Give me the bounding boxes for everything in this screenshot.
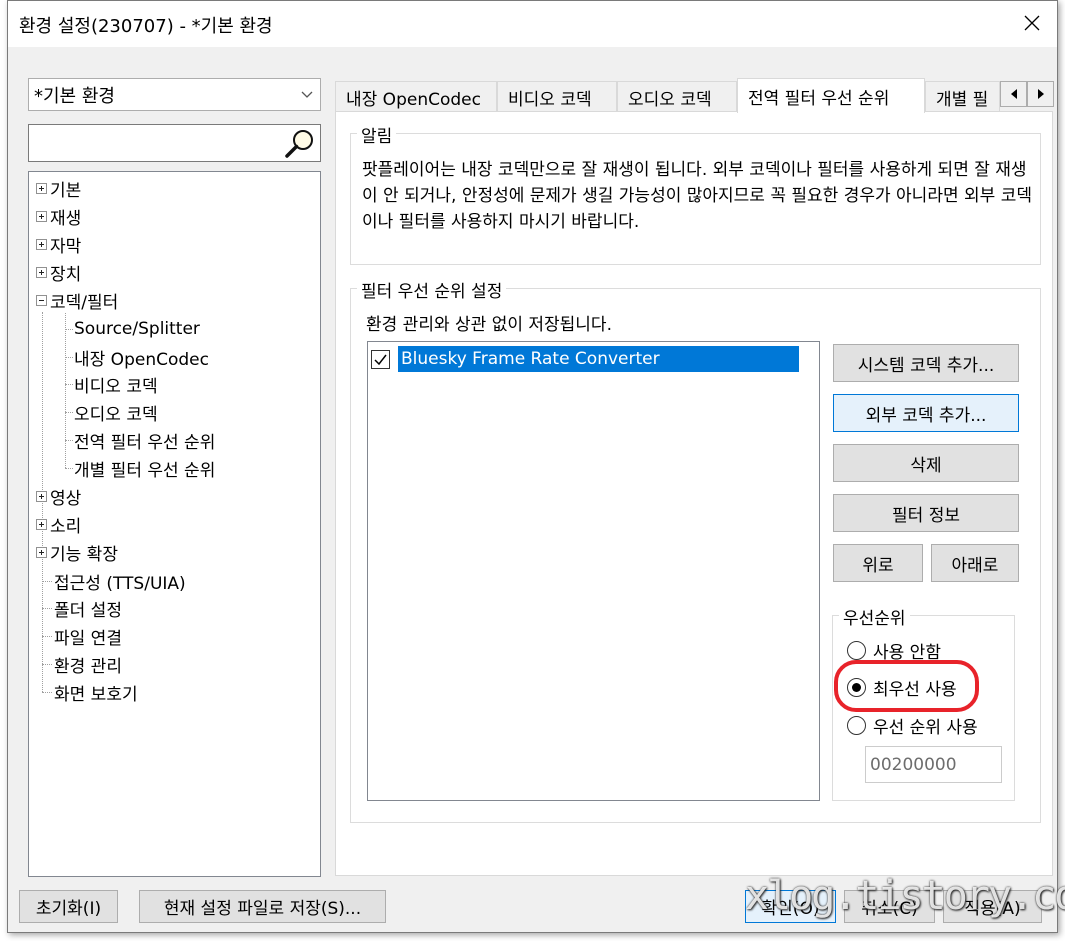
tree-item-subtitles[interactable]: 자막 bbox=[36, 232, 81, 257]
search-icon bbox=[285, 130, 313, 158]
tree-item-source-splitter[interactable]: Source/Splitter bbox=[74, 317, 200, 341]
tab-bar: 내장 OpenCodec 비디오 코덱 오디오 코덱 전역 필터 우선 순위 개… bbox=[335, 78, 1054, 113]
tree-item-profile-management[interactable]: 환경 관리 bbox=[54, 652, 122, 677]
expand-icon[interactable] bbox=[36, 238, 47, 250]
reset-button[interactable]: 초기화(I) bbox=[19, 890, 118, 923]
notice-title: 알림 bbox=[357, 122, 397, 147]
tree-item-builtin-opencodec[interactable]: 내장 OpenCodec bbox=[74, 345, 209, 370]
expand-icon[interactable] bbox=[36, 210, 47, 222]
tree-item-accessibility[interactable]: 접근성 (TTS/UIA) bbox=[54, 569, 186, 594]
tab-individual-filter[interactable]: 개별 필 bbox=[925, 81, 1000, 112]
search-input[interactable] bbox=[28, 124, 321, 162]
expand-icon[interactable] bbox=[36, 182, 47, 194]
tree-item-screensaver[interactable]: 화면 보호기 bbox=[54, 680, 138, 705]
tab-audio-codec[interactable]: 오디오 코덱 bbox=[617, 81, 737, 112]
priority-value-field[interactable]: 00200000 bbox=[865, 746, 1002, 783]
tab-builtin-opencodec[interactable]: 내장 OpenCodec bbox=[335, 81, 497, 112]
highlight-annotation bbox=[834, 660, 979, 712]
add-external-codec-button[interactable]: 외부 코덱 추가... bbox=[833, 394, 1019, 432]
profile-selected-label: *기본 환경 bbox=[34, 85, 115, 107]
cancel-button[interactable]: 취소(C) bbox=[844, 890, 935, 923]
notice-text: 팟플레이어는 내장 코덱만으로 잘 재생이 됩니다. 외부 코덱이나 필터를 사… bbox=[362, 160, 1032, 232]
expand-icon[interactable] bbox=[36, 518, 47, 530]
tree-item-basic[interactable]: 기본 bbox=[36, 176, 81, 201]
radio-button[interactable] bbox=[847, 715, 866, 735]
tab-scroll-right-button[interactable] bbox=[1027, 81, 1054, 107]
expand-icon[interactable] bbox=[36, 266, 47, 278]
notice-group: 알림 팟플레이어는 내장 코덱만으로 잘 재생이 됩니다. 외부 코덱이나 필터… bbox=[350, 122, 1041, 265]
filter-list[interactable]: Bluesky Frame Rate Converter bbox=[367, 341, 820, 801]
tree-item-folder-settings[interactable]: 폴더 설정 bbox=[54, 596, 122, 621]
move-down-button[interactable]: 아래로 bbox=[931, 544, 1019, 582]
collapse-icon[interactable] bbox=[36, 294, 47, 306]
expand-icon[interactable] bbox=[36, 546, 47, 558]
ok-button[interactable]: 확인(O) bbox=[745, 890, 836, 923]
triangle-right-icon bbox=[1037, 89, 1044, 99]
tree-item-video-codec[interactable]: 비디오 코덱 bbox=[74, 372, 158, 397]
tree-item-extensions[interactable]: 기능 확장 bbox=[36, 540, 118, 565]
filter-priority-title: 필터 우선 순위 설정 bbox=[357, 277, 507, 302]
filter-priority-subtitle: 환경 관리와 상관 없이 저장됩니다. bbox=[366, 315, 612, 335]
chevron-down-icon bbox=[301, 91, 313, 98]
filter-name: Bluesky Frame Rate Converter bbox=[398, 346, 799, 372]
expand-icon[interactable] bbox=[36, 490, 47, 502]
tree-item-audio-codec[interactable]: 오디오 코덱 bbox=[74, 400, 158, 425]
add-system-codec-button[interactable]: 시스템 코덱 추가... bbox=[833, 344, 1019, 382]
triangle-left-icon bbox=[1010, 89, 1017, 99]
window-title: 환경 설정(230707) - *기본 환경 bbox=[19, 16, 273, 37]
close-button[interactable] bbox=[1007, 1, 1057, 45]
tree-item-codec-filter[interactable]: 코덱/필터 bbox=[36, 288, 118, 313]
tree-item-file-association[interactable]: 파일 연결 bbox=[54, 624, 122, 649]
priority-title: 우선순위 bbox=[839, 604, 910, 629]
filter-checkbox[interactable] bbox=[371, 349, 390, 369]
tree-item-device[interactable]: 장치 bbox=[36, 260, 81, 285]
settings-dialog: 환경 설정(230707) - *기본 환경 *기본 환경 기본 재생 자막 장… bbox=[7, 0, 1058, 933]
tree-item-video[interactable]: 영상 bbox=[36, 484, 81, 509]
tree-item-global-filter-priority[interactable]: 전역 필터 우선 순위 bbox=[74, 427, 216, 453]
close-icon bbox=[1024, 15, 1040, 31]
save-to-file-button[interactable]: 현재 설정 파일로 저장(S)... bbox=[139, 890, 386, 923]
move-up-button[interactable]: 위로 bbox=[833, 544, 923, 582]
title-bar: 환경 설정(230707) - *기본 환경 bbox=[8, 1, 1057, 47]
tree-item-sound[interactable]: 소리 bbox=[36, 512, 81, 537]
delete-button[interactable]: 삭제 bbox=[833, 444, 1019, 482]
apply-button[interactable]: 적용(A) bbox=[943, 890, 1042, 923]
radio-button[interactable] bbox=[847, 640, 866, 660]
tab-video-codec[interactable]: 비디오 코덱 bbox=[497, 81, 617, 112]
tree-item-playback[interactable]: 재생 bbox=[36, 204, 81, 229]
tab-scroll-left-button[interactable] bbox=[1000, 81, 1027, 107]
radio-use-priority[interactable]: 우선 순위 사용 bbox=[847, 712, 978, 738]
checkmark-icon bbox=[374, 354, 387, 365]
tab-global-filter-priority[interactable]: 전역 필터 우선 순위 bbox=[737, 78, 925, 113]
filter-info-button[interactable]: 필터 정보 bbox=[833, 494, 1019, 532]
settings-tree: 기본 재생 자막 장치 코덱/필터 Source/Splitter 내장 Ope… bbox=[28, 171, 321, 877]
profile-dropdown[interactable]: *기본 환경 bbox=[28, 78, 321, 111]
list-item[interactable]: Bluesky Frame Rate Converter bbox=[371, 346, 799, 372]
tree-item-individual-filter-priority[interactable]: 개별 필터 우선 순위 bbox=[74, 456, 215, 481]
